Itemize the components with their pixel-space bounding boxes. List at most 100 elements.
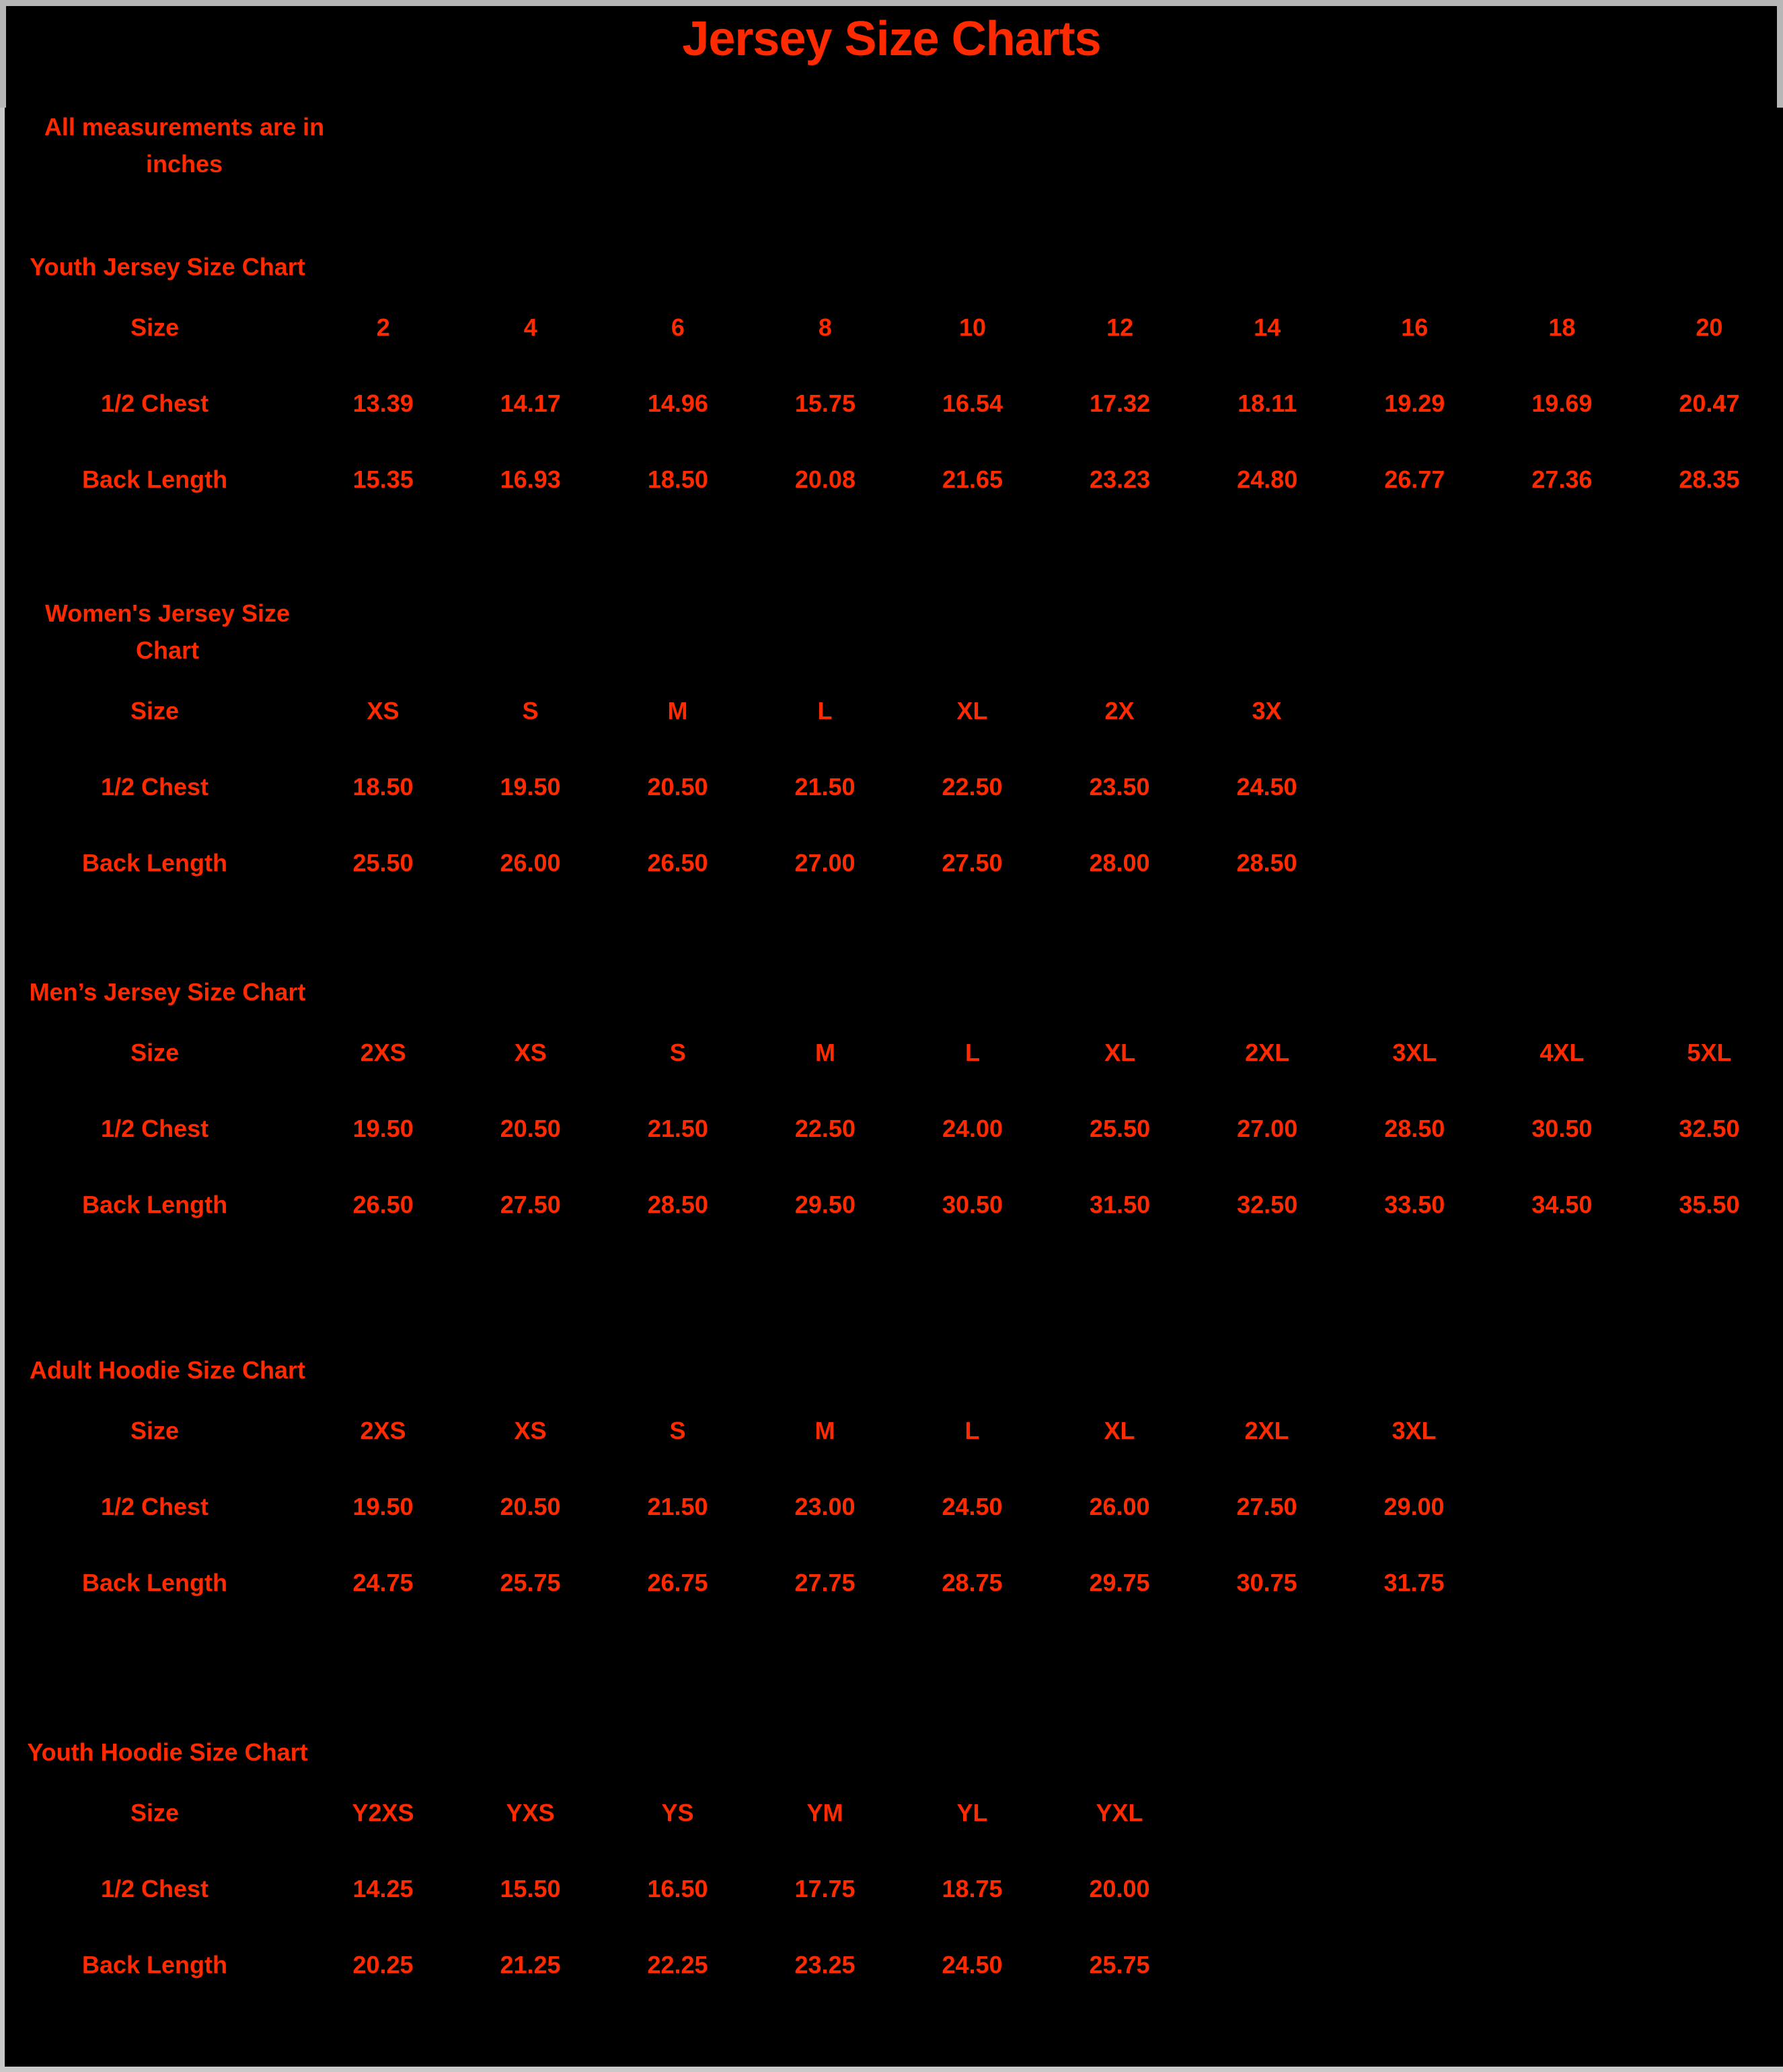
half-chest-value: 14.17: [500, 390, 561, 418]
half-chest-value: 18.11: [1238, 390, 1297, 418]
half-chest-row-label: 1/2 Chest: [100, 772, 209, 801]
back-length-value: 30.75: [1236, 1569, 1297, 1597]
size-column-header: 10: [959, 313, 987, 342]
size-table: Size 2XS XS S M L XL 2XL 3XL 4XL 5XL 1/2 Chest 19.50…: [0, 1015, 1783, 1243]
half-chest-value: 24.50: [1236, 772, 1297, 801]
back-length-value: 23.25: [794, 1951, 856, 1979]
table-row: 1/2 Chest 19.50 20.50 21.50 22.50 24.00 25.50 2…: [0, 1091, 1783, 1167]
table-row: 1/2 Chest 14.25 15.50 16.50 17.75 18.75 20.00: [0, 1851, 1783, 1927]
back-length-value: 24.75: [352, 1569, 414, 1597]
half-chest-value: 15.50: [500, 1875, 561, 1903]
size-table: Size 2XS XS S M L XL 2XL 3XL 1/2 Chest 19.50 20.50 2…: [0, 1393, 1783, 1621]
size-column-header: M: [814, 1417, 835, 1445]
back-length-value: 29.50: [794, 1191, 856, 1219]
size-row-label: Size: [130, 313, 180, 342]
back-length-value: 34.50: [1531, 1191, 1593, 1219]
empty-cell: [1488, 1775, 1636, 1851]
size-column-header: 5XL: [1687, 1039, 1732, 1067]
back-length-value: 32.50: [1237, 1191, 1298, 1219]
section-title: Youth Hoodie Size Chart: [27, 1738, 308, 1766]
size-chart-section: Youth Hoodie Size Chart Size Y2XS YXS YS YM YL…: [0, 1734, 1783, 2003]
half-chest-value: 27.50: [1236, 1493, 1297, 1521]
empty-cell: [1488, 673, 1635, 749]
back-length-value: 27.50: [942, 848, 1003, 877]
half-chest-value: 21.50: [647, 1493, 708, 1521]
back-length-value: 27.50: [500, 1191, 561, 1219]
section-title: Women's Jersey Size Chart: [44, 599, 291, 664]
half-chest-value: 20.50: [500, 1115, 561, 1143]
empty-cell: [1340, 1851, 1488, 1927]
back-length-value: 24.80: [1237, 466, 1298, 494]
empty-cell: [1636, 1927, 1783, 2003]
empty-cell: [1488, 825, 1635, 901]
size-column-header: 4: [523, 313, 537, 342]
size-chart-page: Jersey Size Charts All measurements are …: [0, 0, 1783, 2072]
section-title: Adult Hoodie Size Chart: [29, 1356, 305, 1384]
half-chest-row-label: 1/2 Chest: [101, 1115, 209, 1143]
table-row: Back Length 25.50 26.00 26.50 27.00 27.50 28.0…: [0, 825, 1783, 901]
half-chest-value: 25.50: [1090, 1115, 1151, 1143]
half-chest-value: 32.50: [1679, 1115, 1740, 1143]
half-chest-value: 17.75: [794, 1875, 856, 1903]
back-length-value: 28.35: [1679, 466, 1740, 494]
back-length-value: 27.36: [1531, 466, 1593, 494]
half-chest-value: 30.50: [1531, 1115, 1593, 1143]
empty-cell: [1340, 673, 1488, 749]
size-column-header: S: [669, 1039, 686, 1067]
back-length-value: 25.75: [500, 1569, 561, 1597]
back-length-value: 28.75: [942, 1569, 1003, 1597]
size-column-header: Y2XS: [352, 1799, 414, 1827]
back-length-value: 15.35: [352, 466, 414, 494]
table-header-row: Size 2XS XS S M L XL 2XL 3XL 4XL 5XL: [0, 1015, 1783, 1091]
empty-cell: [1488, 1393, 1636, 1469]
half-chest-value: 20.50: [647, 772, 708, 801]
back-length-row-label: Back Length: [82, 1191, 228, 1219]
back-length-value: 26.00: [500, 848, 561, 877]
half-chest-value: 24.50: [942, 1493, 1003, 1521]
empty-cell: [1193, 1927, 1340, 2003]
back-length-value: 28.00: [1089, 848, 1150, 877]
size-column-header: 8: [818, 313, 832, 342]
half-chest-value: 17.32: [1090, 390, 1151, 418]
size-column-header: 6: [671, 313, 685, 342]
size-column-header: L: [817, 696, 833, 725]
back-length-value: 16.93: [500, 466, 561, 494]
half-chest-value: 22.50: [794, 1115, 856, 1143]
back-length-value: 21.65: [942, 466, 1003, 494]
size-column-header: L: [964, 1417, 980, 1445]
size-column-header: 2XS: [360, 1417, 406, 1445]
back-length-value: 28.50: [647, 1191, 708, 1219]
size-column-header: 2XL: [1245, 1039, 1290, 1067]
half-chest-value: 19.29: [1384, 390, 1445, 418]
back-length-value: 23.23: [1090, 466, 1151, 494]
back-length-value: 21.25: [500, 1951, 561, 1979]
half-chest-value: 23.50: [1089, 772, 1150, 801]
size-chart-section: Youth Jersey Size Chart Size 2 4 6 8 10 12 14 16 1…: [0, 249, 1783, 518]
section-title: Men’s Jersey Size Chart: [29, 978, 306, 1006]
size-column-header: XS: [514, 1417, 547, 1445]
size-column-header: YM: [806, 1799, 843, 1827]
section-title: Youth Jersey Size Chart: [30, 253, 305, 281]
back-length-value: 26.50: [647, 848, 708, 877]
half-chest-value: 16.50: [647, 1875, 708, 1903]
half-chest-value: 20.47: [1679, 390, 1740, 418]
size-table: Size Y2XS YXS YS YM YL YXL 1/2 Chest 14.25 15.50 1…: [0, 1775, 1783, 2003]
empty-cell: [1636, 1851, 1783, 1927]
half-chest-value: 14.96: [647, 390, 708, 418]
size-column-header: 4XL: [1540, 1039, 1585, 1067]
empty-cell: [1488, 1851, 1636, 1927]
back-length-value: 18.50: [647, 466, 708, 494]
size-row-label: Size: [130, 696, 180, 725]
back-length-value: 31.50: [1090, 1191, 1151, 1219]
size-column-header: 16: [1401, 313, 1429, 342]
half-chest-value: 15.75: [794, 390, 856, 418]
size-column-header: 2XL: [1244, 1417, 1289, 1445]
half-chest-value: 22.50: [942, 772, 1003, 801]
half-chest-value: 20.50: [500, 1493, 561, 1521]
table-row: Back Length 26.50 27.50 28.50 29.50 30.50 31.5…: [0, 1167, 1783, 1243]
half-chest-value: 13.39: [352, 390, 414, 418]
size-column-header: XL: [1104, 1417, 1135, 1445]
table-row: Back Length 24.75 25.75 26.75 27.75 28.75 29.7…: [0, 1545, 1783, 1621]
half-chest-value: 21.50: [794, 772, 856, 801]
half-chest-value: 27.00: [1237, 1115, 1298, 1143]
